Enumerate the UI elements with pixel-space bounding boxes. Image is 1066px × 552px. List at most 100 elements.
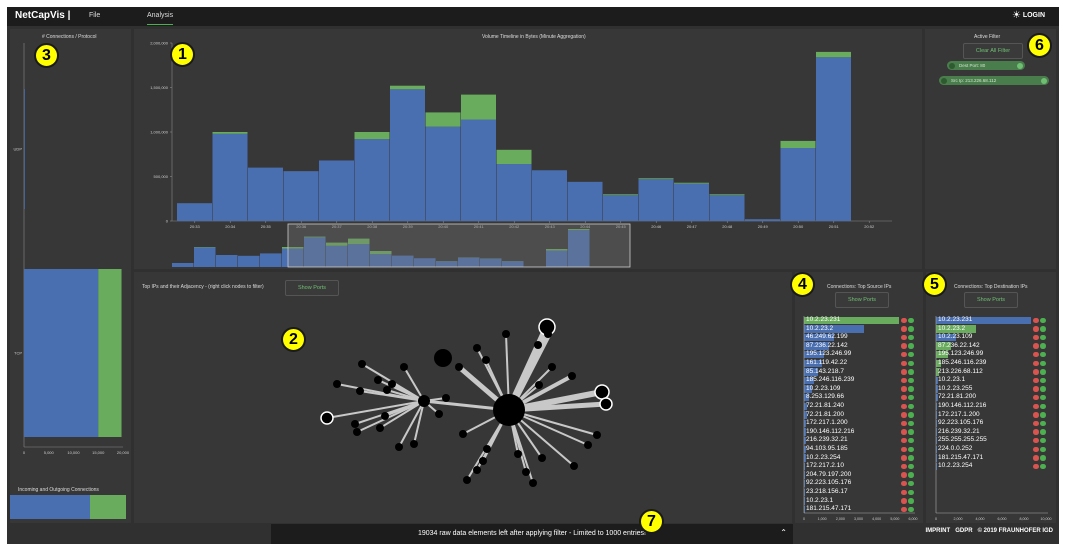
graph-node[interactable]	[381, 412, 389, 420]
ip-row[interactable]: 172.217.2.10	[804, 462, 916, 471]
include-filter-icon[interactable]	[1040, 360, 1046, 366]
include-filter-icon[interactable]	[908, 455, 914, 461]
exclude-filter-icon[interactable]	[1033, 351, 1039, 358]
ip-row[interactable]: 10.2.23.1	[804, 497, 916, 506]
exclude-filter-icon[interactable]	[901, 317, 907, 323]
graph-node[interactable]	[482, 356, 490, 364]
chip-remove-icon[interactable]	[949, 62, 955, 69]
ip-row[interactable]: 172.217.1.200	[804, 419, 916, 428]
filter-chip-src-ip[interactable]: Src Ip: 213.226.68.112	[939, 76, 1049, 85]
ip-row[interactable]: 72.21.81.240	[804, 402, 916, 411]
exclude-filter-icon[interactable]	[1033, 334, 1039, 341]
ip-row[interactable]: 10.2.23.231	[936, 316, 1048, 325]
protocol-bar[interactable]	[98, 269, 122, 437]
include-filter-icon[interactable]	[908, 446, 914, 452]
exclude-filter-icon[interactable]	[1033, 446, 1039, 452]
exclude-filter-icon[interactable]	[901, 403, 907, 409]
timeline-bar-blue[interactable]	[532, 170, 567, 221]
ip-row[interactable]: 10.2.23.2	[936, 325, 1048, 334]
chip-toggle-icon[interactable]	[1041, 77, 1047, 84]
brush-selection[interactable]	[287, 223, 631, 268]
graph-node[interactable]	[522, 468, 530, 476]
exclude-filter-icon[interactable]	[1033, 394, 1039, 401]
graph-node[interactable]	[570, 462, 578, 470]
graph-node[interactable]	[483, 445, 491, 453]
timeline-bar-green[interactable]	[780, 140, 816, 149]
menu-file[interactable]: File	[89, 12, 100, 19]
graph-node[interactable]	[434, 349, 452, 367]
graph-node[interactable]	[374, 376, 382, 384]
graph-node[interactable]	[538, 454, 546, 462]
gdpr-link[interactable]: GDPR	[955, 528, 972, 534]
include-filter-icon[interactable]	[908, 386, 914, 392]
dest-show-ports-button[interactable]: Show Ports	[964, 292, 1018, 308]
include-filter-icon[interactable]	[908, 463, 914, 470]
timeline-bar-blue[interactable]	[212, 133, 248, 221]
graph-node[interactable]	[351, 420, 359, 428]
exclude-filter-icon[interactable]	[1033, 360, 1039, 366]
exclude-filter-icon[interactable]	[1033, 343, 1039, 349]
timeline-bar-blue[interactable]	[177, 203, 212, 221]
graph-node[interactable]	[514, 450, 522, 458]
timeline-bar-green[interactable]	[603, 194, 638, 196]
exclude-filter-icon[interactable]	[1033, 429, 1039, 435]
include-filter-icon[interactable]	[908, 506, 914, 513]
ip-row[interactable]: 181.215.47.171	[936, 454, 1048, 463]
include-filter-icon[interactable]	[908, 437, 914, 444]
exclude-filter-icon[interactable]	[1033, 369, 1039, 375]
include-filter-icon[interactable]	[908, 472, 914, 478]
include-filter-icon[interactable]	[1040, 412, 1046, 418]
timeline-chart[interactable]: 0 500,000 1,000,000 1,500,000 2,000,000 20:3…	[134, 29, 922, 269]
exclude-filter-icon[interactable]	[901, 351, 907, 358]
timeline-bar-green[interactable]	[638, 178, 674, 180]
include-filter-icon[interactable]	[908, 334, 914, 341]
timeline-bar-blue[interactable]	[674, 183, 709, 221]
graph-node[interactable]	[358, 360, 366, 368]
exclude-filter-icon[interactable]	[901, 420, 907, 427]
timeline-bar-green[interactable]	[674, 182, 709, 184]
graph-node[interactable]	[593, 431, 601, 439]
ip-row[interactable]: 10.2.23.1	[936, 376, 1048, 385]
include-filter-icon[interactable]	[908, 480, 914, 487]
include-filter-icon[interactable]	[908, 369, 914, 375]
ip-row[interactable]: 190.146.112.216	[936, 402, 1048, 411]
ip-row[interactable]: 172.217.1.200	[936, 411, 1048, 420]
ip-row[interactable]: 10.2.23.109	[936, 333, 1048, 342]
io-incoming-bar[interactable]	[90, 495, 126, 519]
chip-remove-icon[interactable]	[941, 77, 947, 84]
include-filter-icon[interactable]	[1040, 386, 1046, 392]
include-filter-icon[interactable]	[1040, 463, 1046, 470]
clear-all-filter-button[interactable]: Clear All Filter	[963, 43, 1023, 59]
adjacency-graph[interactable]	[134, 272, 792, 523]
include-filter-icon[interactable]	[1040, 394, 1046, 401]
exclude-filter-icon[interactable]	[901, 480, 907, 487]
graph-node[interactable]	[400, 363, 408, 371]
exclude-filter-icon[interactable]	[1033, 377, 1039, 384]
graph-node[interactable]	[333, 380, 341, 388]
include-filter-icon[interactable]	[908, 351, 914, 358]
exclude-filter-icon[interactable]	[901, 506, 907, 513]
graph-node[interactable]	[435, 410, 443, 418]
include-filter-icon[interactable]	[908, 429, 914, 435]
timeline-bar-blue[interactable]	[567, 181, 603, 221]
graph-node[interactable]	[388, 380, 396, 388]
graph-node[interactable]	[473, 344, 481, 352]
ip-row[interactable]: 46.249.62.199	[804, 333, 916, 342]
timeline-bar-green[interactable]	[496, 149, 532, 165]
exclude-filter-icon[interactable]	[1033, 317, 1039, 323]
timeline-bar-green[interactable]	[816, 51, 851, 58]
timeline-bar-green[interactable]	[709, 194, 745, 196]
include-filter-icon[interactable]	[908, 498, 914, 504]
imprint-link[interactable]: IMPRINT	[926, 528, 951, 534]
io-outgoing-bar[interactable]	[10, 495, 90, 519]
graph-node[interactable]	[535, 381, 543, 389]
exclude-filter-icon[interactable]	[1033, 403, 1039, 409]
ip-row[interactable]: 161.119.42.22	[804, 359, 916, 368]
timeline-bar-blue[interactable]	[603, 195, 638, 221]
graph-node[interactable]	[463, 476, 471, 484]
exclude-filter-icon[interactable]	[901, 386, 907, 392]
timeline-bar-blue[interactable]	[638, 179, 674, 221]
exclude-filter-icon[interactable]	[901, 463, 907, 470]
graph-node[interactable]	[410, 440, 418, 448]
graph-node[interactable]	[455, 363, 463, 371]
